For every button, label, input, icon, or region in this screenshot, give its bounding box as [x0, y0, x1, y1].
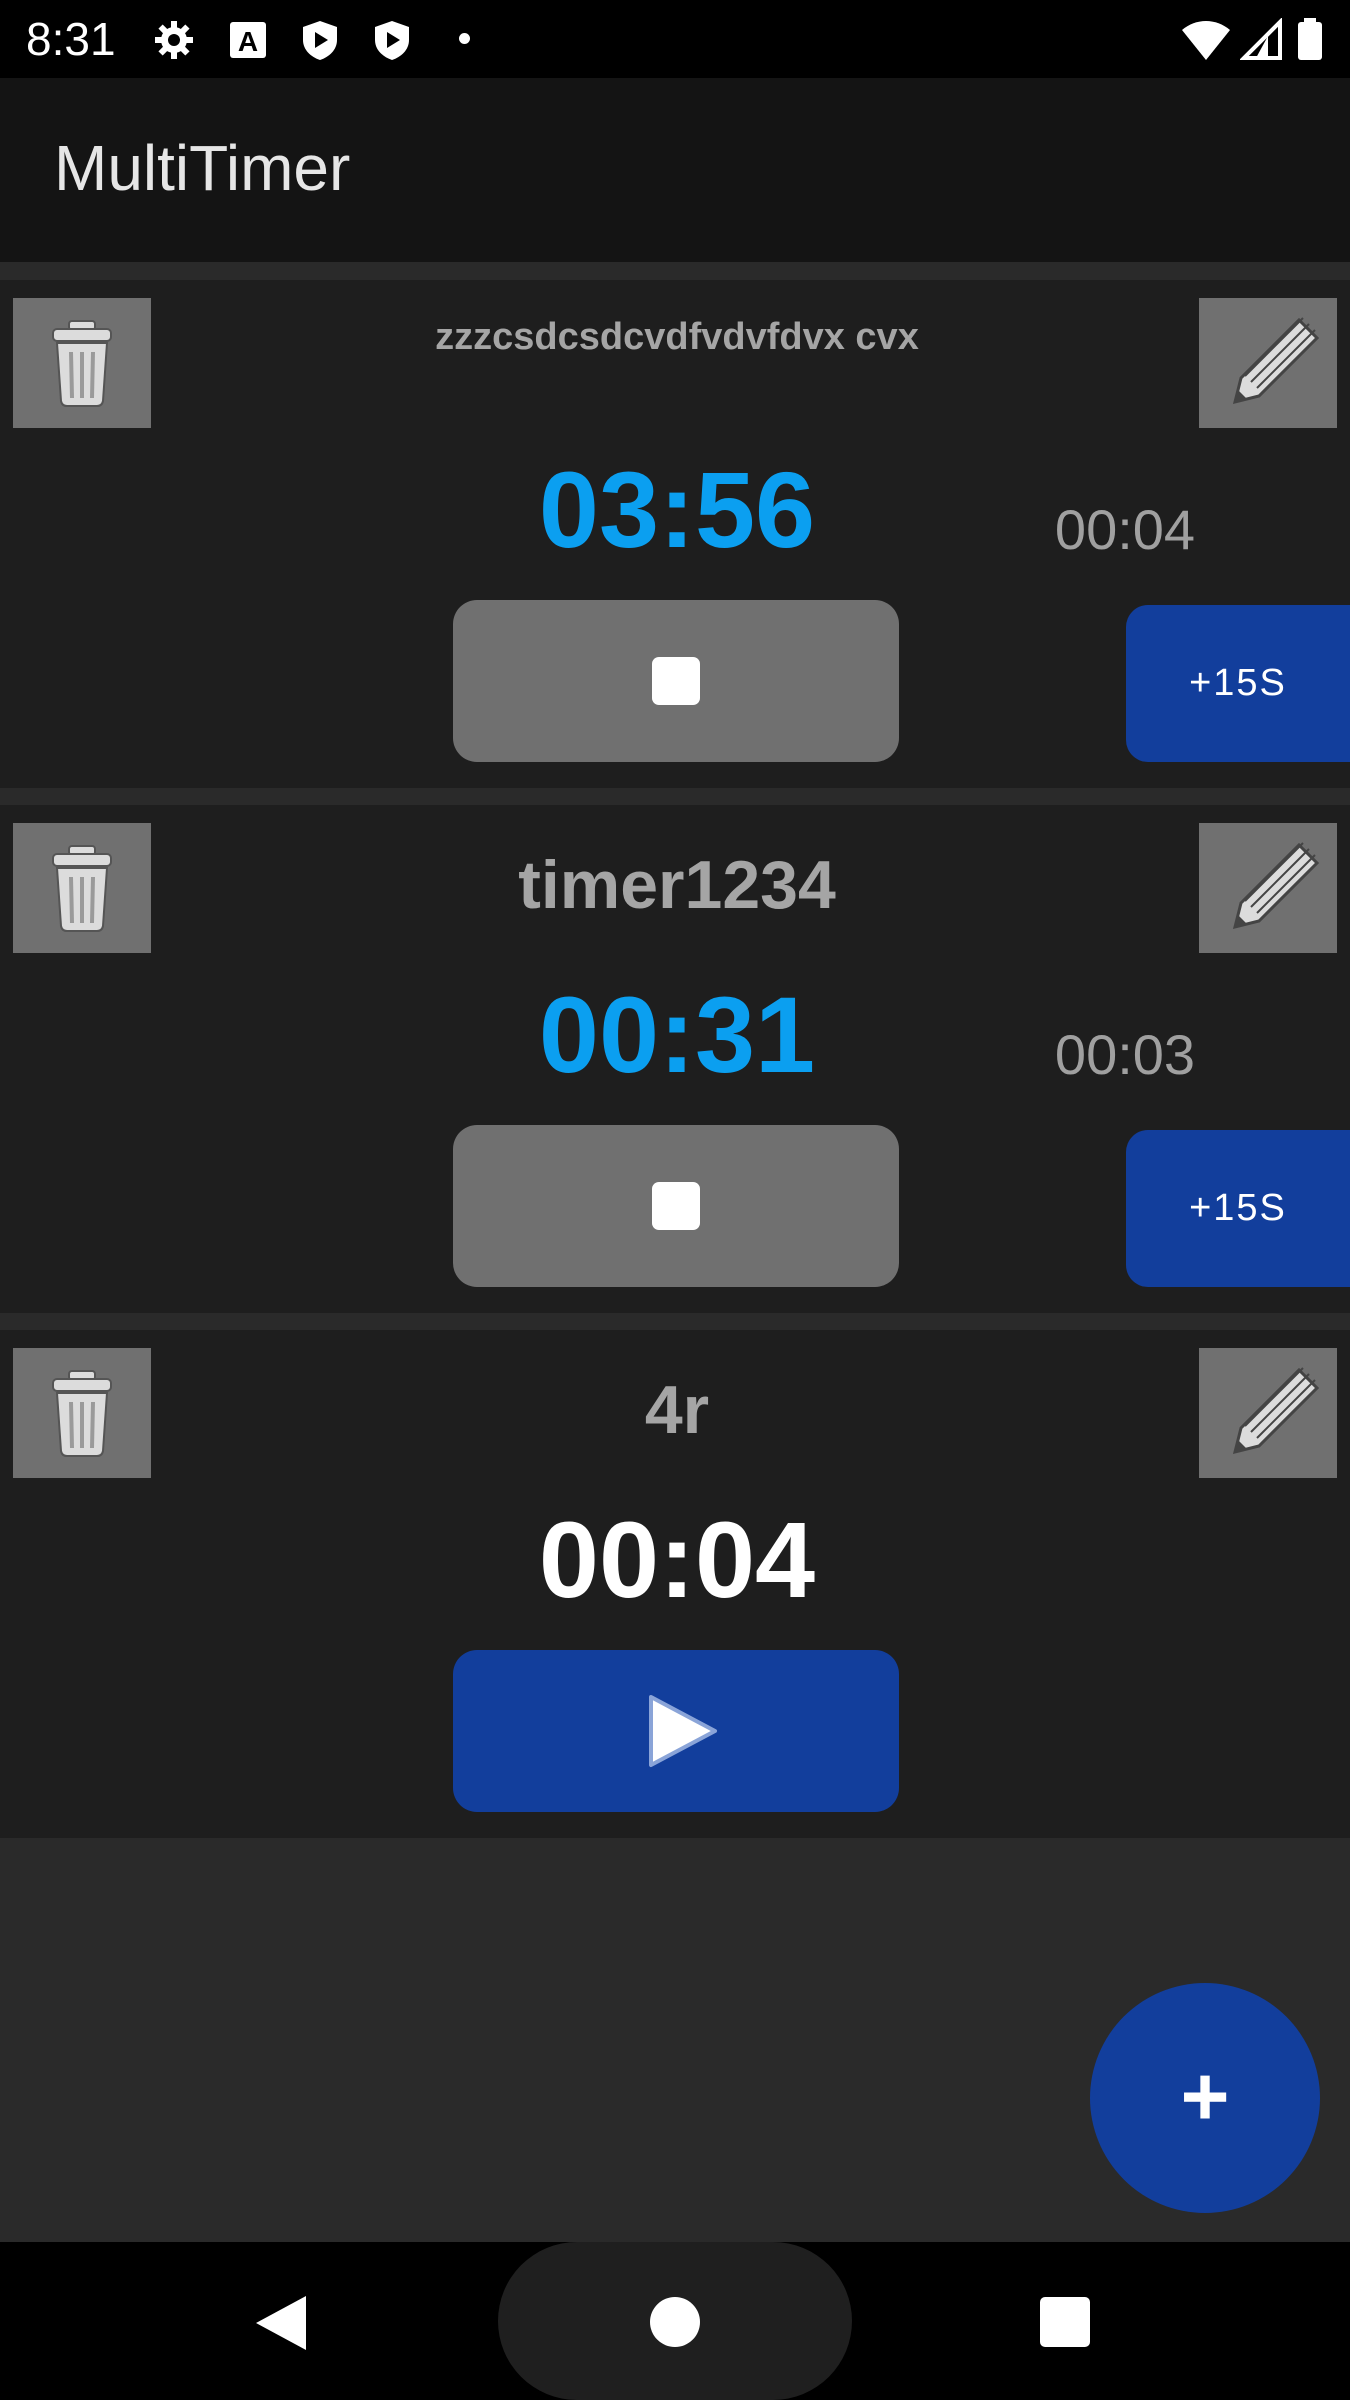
edit-timer-button[interactable] — [1199, 298, 1337, 428]
app-bar: MultiTimer — [0, 78, 1350, 262]
add-timer-fab[interactable]: + — [1090, 1983, 1320, 2213]
navigation-bar — [0, 2242, 1350, 2400]
stop-icon — [652, 657, 700, 705]
edit-timer-button[interactable] — [1199, 823, 1337, 953]
recents-icon[interactable] — [1040, 2297, 1090, 2347]
cell-signal-icon — [1240, 18, 1282, 60]
timer-remaining: 03:56 — [538, 449, 816, 570]
play-icon — [649, 1695, 717, 1767]
add-15s-button[interactable]: +15S — [1126, 605, 1350, 762]
add-15s-button[interactable]: +15S — [1126, 1130, 1350, 1287]
timer-card: zzzcsdcsdcvdfvdvfdvx cvx 03:56 00:04 +15… — [0, 280, 1350, 788]
start-timer-button[interactable] — [453, 1650, 899, 1812]
stop-timer-button[interactable] — [453, 600, 899, 762]
stop-icon — [652, 1182, 700, 1230]
timer-elapsed: 00:04 — [1054, 498, 1196, 561]
notification-dot-icon — [459, 33, 470, 44]
home-icon[interactable] — [650, 2297, 700, 2347]
timer-elapsed: 00:03 — [1054, 1023, 1196, 1086]
trash-icon — [52, 845, 112, 932]
status-bar: 8:31 A — [0, 0, 1350, 78]
pencil-icon — [1232, 317, 1320, 405]
wifi-icon — [1182, 21, 1230, 60]
edit-timer-button[interactable] — [1199, 1348, 1337, 1478]
timer-name: timer1234 — [518, 847, 836, 923]
trash-icon — [52, 320, 112, 407]
delete-timer-button[interactable] — [13, 1348, 151, 1478]
pencil-icon — [1232, 842, 1320, 930]
trash-icon — [52, 1370, 112, 1457]
timer-remaining: 00:31 — [538, 974, 816, 1095]
timer-card: timer1234 00:31 00:03 +15S — [0, 805, 1350, 1313]
pencil-icon — [1232, 1367, 1320, 1455]
status-time: 8:31 — [26, 13, 116, 65]
gear-icon — [155, 21, 193, 59]
timer-card: 4r 00:04 — [0, 1330, 1350, 1838]
back-icon[interactable] — [252, 2294, 312, 2352]
battery-icon — [1298, 18, 1322, 60]
shield-play-icon — [303, 21, 337, 60]
font-a-icon: A — [230, 22, 266, 58]
delete-timer-button[interactable] — [13, 298, 151, 428]
svg-text:A: A — [238, 26, 258, 57]
timer-name: 4r — [644, 1372, 710, 1448]
shield-play-icon — [375, 21, 409, 60]
timer-remaining: 00:04 — [538, 1499, 816, 1620]
stop-timer-button[interactable] — [453, 1125, 899, 1287]
app-title: MultiTimer — [54, 132, 351, 204]
delete-timer-button[interactable] — [13, 823, 151, 953]
timer-name: zzzcsdcsdcvdfvdvfdvx cvx — [435, 316, 919, 358]
